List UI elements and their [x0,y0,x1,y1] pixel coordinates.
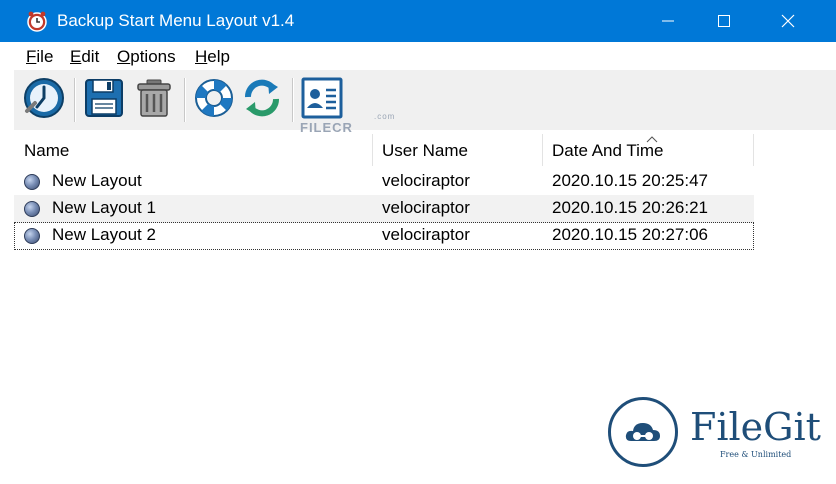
maximize-icon [718,15,730,27]
delete-button[interactable] [130,76,178,124]
layout-icon [24,201,40,217]
column-header-user-name[interactable]: User Name [382,130,468,168]
refresh-icon [241,77,283,124]
filecr-watermark-suffix: .com [374,112,396,121]
list-row[interactable]: New Layout velociraptor 2020.10.15 20:25… [14,168,754,196]
list-row[interactable]: New Layout 2 velociraptor 2020.10.15 20:… [14,222,754,250]
filegit-name: FileGit [690,405,821,449]
column-divider[interactable] [372,134,373,166]
column-divider[interactable] [542,134,543,166]
filecr-watermark: FILECR .com [300,112,394,135]
filegit-logo: FileGit Free & Unlimited [608,392,823,472]
backup-button[interactable] [20,76,68,124]
close-button[interactable] [760,0,816,42]
minimize-button[interactable] [640,0,696,42]
column-header-name[interactable]: Name [24,130,69,168]
refresh-button[interactable] [238,76,286,124]
title-bar[interactable]: Backup Start Menu Layout v1.4 [0,0,836,42]
save-icon [83,77,125,124]
backup-clock-icon [21,75,67,126]
maximize-button[interactable] [696,0,752,42]
lifebuoy-help-icon [192,76,236,125]
app-clock-icon [26,10,48,32]
contact-card-icon [300,76,344,125]
row-user: velociraptor [382,225,470,244]
row-name: New Layout 2 [52,225,156,244]
row-user: velociraptor [382,171,470,190]
row-name: New Layout 1 [52,198,156,217]
layout-icon [24,174,40,190]
filegit-cloud-icon [608,397,678,467]
toolbar [14,70,836,130]
filecr-watermark-text: FILECR [300,120,353,135]
menu-file[interactable]: File [26,47,53,67]
menu-bar: File Edit Options Help [14,42,836,70]
help-button[interactable] [190,76,238,124]
row-user: velociraptor [382,198,470,217]
column-divider[interactable] [753,134,754,166]
list-header: Name User Name Date And Time [14,130,754,168]
filegit-tagline: Free & Unlimited [720,450,792,459]
delete-trash-icon [133,77,175,124]
row-datetime: 2020.10.15 20:26:21 [552,198,708,217]
menu-edit[interactable]: Edit [70,47,99,67]
layout-icon [24,228,40,244]
row-name: New Layout [52,171,142,190]
sort-ascending-icon [646,130,658,143]
close-icon [781,14,795,28]
contact-button[interactable] [298,76,346,124]
window-title: Backup Start Menu Layout v1.4 [57,11,295,30]
minimize-icon [662,15,674,27]
toolbar-separator [292,78,294,122]
menu-help[interactable]: Help [195,47,230,67]
row-datetime: 2020.10.15 20:25:47 [552,171,708,190]
list-row[interactable]: New Layout 1 velociraptor 2020.10.15 20:… [14,195,754,223]
row-datetime: 2020.10.15 20:27:06 [552,225,708,244]
toolbar-separator [184,78,186,122]
menu-options[interactable]: Options [117,47,176,67]
save-button[interactable] [80,76,128,124]
toolbar-separator [74,78,76,122]
